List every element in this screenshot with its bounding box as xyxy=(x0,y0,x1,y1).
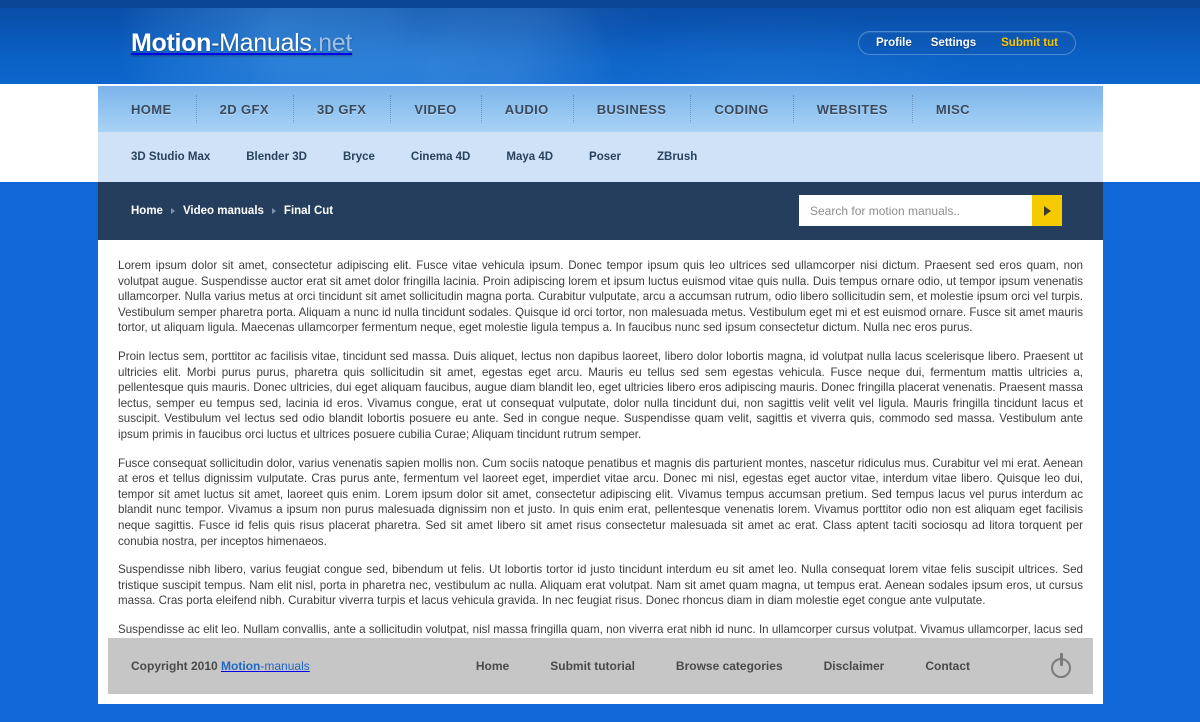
nav-item-audio[interactable]: AUDIO xyxy=(480,86,573,132)
breadcrumb: Home Video manuals Final Cut xyxy=(131,205,333,217)
site-footer: Copyright 2010 Motion-manuals Home Submi… xyxy=(108,638,1093,694)
nav-item-3d-gfx[interactable]: 3D GFX xyxy=(292,86,390,132)
copyright-text: Copyright 2010 xyxy=(131,659,218,673)
subnav-item-poser[interactable]: Poser xyxy=(571,151,639,163)
top-accent-strip xyxy=(0,0,1200,8)
submit-tutorial-link[interactable]: Submit tut xyxy=(1001,37,1058,49)
footer-navigation: Home Submit tutorial Browse categories D… xyxy=(476,653,1075,679)
power-icon[interactable] xyxy=(1049,653,1075,679)
subnav-item-blender-3d[interactable]: Blender 3D xyxy=(228,151,325,163)
footer-link-submit-tutorial[interactable]: Submit tutorial xyxy=(550,659,635,673)
footer-link-disclaimer[interactable]: Disclaimer xyxy=(824,659,885,673)
nav-item-business[interactable]: BUSINESS xyxy=(572,86,691,132)
nav-item-websites[interactable]: WEBSITES xyxy=(792,86,912,132)
article-paragraph: Lorem ipsum dolor sit amet, consectetur … xyxy=(118,259,1083,335)
play-arrow-icon xyxy=(1043,205,1051,216)
nav-item-video[interactable]: VIDEO xyxy=(390,86,480,132)
copyright-notice: Copyright 2010 Motion-manuals xyxy=(131,659,310,673)
logo-tld-text: .net xyxy=(311,29,353,57)
nav-item-2d-gfx[interactable]: 2D GFX xyxy=(195,86,293,132)
logo-regular-text: -Manuals xyxy=(211,29,312,57)
secondary-navigation: 3D Studio Max Blender 3D Bryce Cinema 4D… xyxy=(98,132,1103,182)
search-box xyxy=(799,195,1062,226)
footer-brand-regular: -manuals xyxy=(260,659,310,673)
search-submit-button[interactable] xyxy=(1032,195,1062,226)
user-account-bar: Profile Settings Submit tut xyxy=(857,31,1076,55)
breadcrumb-item-current: Final Cut xyxy=(283,205,334,217)
breadcrumb-separator-icon-2 xyxy=(271,208,276,214)
article-body: Lorem ipsum dolor sit amet, consectetur … xyxy=(108,250,1093,684)
subnav-item-cinema-4d[interactable]: Cinema 4D xyxy=(393,151,488,163)
footer-brand-link[interactable]: Motion-manuals xyxy=(221,659,310,673)
footer-link-browse-categories[interactable]: Browse categories xyxy=(676,659,783,673)
breadcrumb-search-bar: Home Video manuals Final Cut xyxy=(98,182,1103,240)
footer-link-contact[interactable]: Contact xyxy=(925,659,970,673)
breadcrumb-item-video-manuals[interactable]: Video manuals xyxy=(183,205,264,217)
site-header: Motion-Manuals.net Profile Settings Subm… xyxy=(0,0,1200,84)
profile-link[interactable]: Profile xyxy=(876,37,912,49)
breadcrumb-separator-icon xyxy=(170,208,175,214)
article-paragraph: Proin lectus sem, porttitor ac facilisis… xyxy=(118,349,1083,441)
footer-brand-bold: Motion xyxy=(221,659,261,673)
footer-link-home[interactable]: Home xyxy=(476,659,509,673)
article-paragraph: Fusce consequat sollicitudin dolor, vari… xyxy=(118,456,1083,548)
search-input[interactable] xyxy=(799,195,1032,226)
breadcrumb-item-home[interactable]: Home xyxy=(131,205,163,217)
site-logo[interactable]: Motion-Manuals.net xyxy=(131,28,352,58)
nav-item-home[interactable]: HOME xyxy=(98,86,196,132)
nav-item-misc[interactable]: MISC xyxy=(911,86,994,132)
subnav-item-maya-4d[interactable]: Maya 4D xyxy=(488,151,571,163)
content-card: Lorem ipsum dolor sit amet, consectetur … xyxy=(98,240,1103,704)
article-paragraph: Suspendisse nibh libero, varius feugiat … xyxy=(118,563,1083,608)
settings-link[interactable]: Settings xyxy=(931,37,976,49)
subnav-item-bryce[interactable]: Bryce xyxy=(325,151,393,163)
power-icon-bar xyxy=(1059,653,1063,666)
nav-item-coding[interactable]: CODING xyxy=(690,86,792,132)
logo-bold-text: Motion xyxy=(131,29,212,57)
subnav-item-3d-studio-max[interactable]: 3D Studio Max xyxy=(98,151,228,163)
subnav-item-zbrush[interactable]: ZBrush xyxy=(639,151,715,163)
primary-navigation: HOME 2D GFX 3D GFX VIDEO AUDIO BUSINESS … xyxy=(98,86,1103,132)
